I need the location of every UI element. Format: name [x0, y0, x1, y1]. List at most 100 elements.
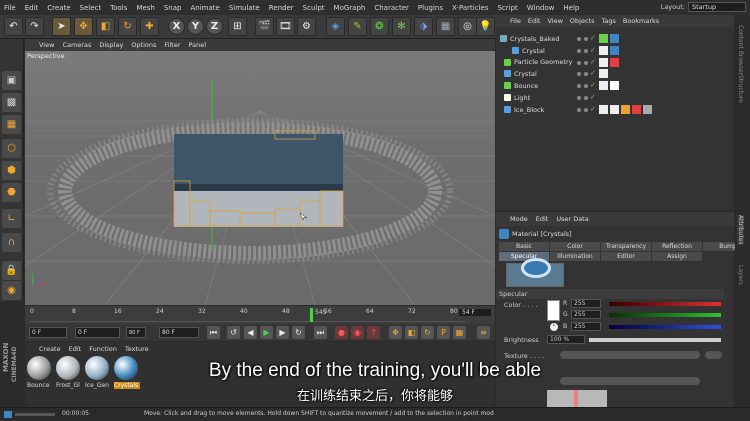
g-slider[interactable] [609, 313, 721, 317]
color-swatch[interactable] [547, 300, 560, 321]
r-slider[interactable] [609, 302, 721, 306]
material-menu-function[interactable]: Function [89, 345, 117, 353]
object-tag-icon[interactable] [610, 81, 619, 91]
tab-color[interactable]: Color [550, 242, 600, 251]
attribute-menu-mode[interactable]: Mode [510, 215, 528, 223]
object-row[interactable]: Light ✓ [496, 92, 734, 104]
viewport-menu-cameras[interactable]: Cameras [62, 41, 91, 49]
object-row[interactable]: Particle Geometry ✓ [496, 57, 734, 69]
play-icon[interactable]: ▶ [260, 326, 273, 339]
next-frame-icon[interactable]: ▶ [276, 326, 289, 339]
key-scale-icon[interactable]: ◧ [405, 326, 418, 339]
object-menu-objects[interactable]: Objects [570, 17, 595, 25]
record-keys-icon[interactable]: ● [335, 326, 348, 339]
visibility-dot[interactable] [577, 37, 581, 41]
object-menu-tags[interactable]: Tags [601, 17, 615, 25]
enable-check-icon[interactable]: ✓ [590, 69, 596, 77]
camera-icon[interactable]: ◎ [458, 17, 477, 36]
object-row[interactable]: Ice_Block ✓ [496, 104, 734, 116]
object-name[interactable]: Particle Geometry [514, 58, 573, 66]
menu-snap[interactable]: Snap [164, 4, 182, 12]
tab-editor[interactable]: Editor [601, 252, 651, 261]
object-row[interactable]: Crystal ✓ [496, 68, 734, 80]
timeline-ruler[interactable]: 0 8 16 24 32 40 48 56 64 72 80 [30, 308, 465, 322]
enable-check-icon[interactable]: ✓ [590, 105, 596, 113]
move-icon[interactable]: ✥ [74, 17, 93, 36]
enable-check-icon[interactable]: ✓ [590, 81, 596, 89]
z-axis-lock-button[interactable]: Z [206, 18, 223, 35]
menu-simulate[interactable]: Simulate [229, 4, 260, 12]
menu-animate[interactable]: Animate [190, 4, 219, 12]
key-position-icon[interactable]: ✥ [389, 326, 402, 339]
viewport-menu-options[interactable]: Options [131, 41, 156, 49]
object-tag-icon[interactable] [599, 81, 608, 91]
object-name[interactable]: Light [514, 94, 530, 102]
menu-help[interactable]: Help [563, 4, 579, 12]
g-value-field[interactable]: 255 [571, 310, 601, 319]
timeline[interactable]: 0 8 16 24 32 40 48 56 64 72 80 545 54 F [25, 306, 495, 324]
object-tag-icon[interactable] [610, 57, 619, 67]
object-name[interactable]: Crystal [522, 47, 545, 55]
tab-assign[interactable]: Assign [652, 252, 702, 261]
tab-basic[interactable]: Basic [499, 242, 549, 251]
object-row[interactable]: Crystal ✓ [496, 45, 734, 57]
object-tag-icon[interactable] [599, 104, 608, 114]
object-tag-icon[interactable] [621, 104, 630, 114]
axis-mode-icon[interactable]: ∟ [2, 209, 21, 228]
render-picture-viewer-icon[interactable]: 🎞 [276, 17, 295, 36]
end-frame-input[interactable]: 80 F [159, 327, 199, 338]
object-name[interactable]: Ice_Block [514, 106, 544, 114]
enable-check-icon[interactable]: ✓ [590, 46, 596, 54]
b-slider[interactable] [609, 325, 721, 329]
texture-options-button[interactable] [705, 351, 722, 359]
rotate-icon[interactable]: ↻ [118, 17, 137, 36]
go-to-end-icon[interactable]: ⏭ [314, 326, 327, 339]
menu-file[interactable]: File [4, 4, 16, 12]
viewport[interactable]: Perspective [25, 51, 495, 305]
object-tag-icon[interactable] [599, 57, 608, 67]
menu-tools[interactable]: Tools [110, 4, 127, 12]
object-menu-bookmarks[interactable]: Bookmarks [623, 17, 659, 25]
material-menu-texture[interactable]: Texture [125, 345, 149, 353]
menu-select[interactable]: Select [80, 4, 102, 12]
solo-icon[interactable]: ◉ [2, 281, 21, 300]
object-menu-file[interactable]: File [510, 17, 521, 25]
render-dot[interactable] [584, 37, 588, 41]
render-settings-icon[interactable]: ⚙ [297, 17, 316, 36]
array-icon[interactable]: ✻ [392, 17, 411, 36]
menu-character[interactable]: Character [374, 4, 409, 12]
object-menu-view[interactable]: View [547, 17, 562, 25]
side-tab-content-browser[interactable]: Content Browser [737, 25, 744, 75]
visibility-dot[interactable] [577, 72, 581, 77]
redo-icon[interactable]: ↷ [25, 17, 44, 36]
object-tag-icon[interactable] [610, 104, 619, 114]
visibility-dot[interactable] [577, 60, 581, 65]
render-dot[interactable] [584, 96, 588, 100]
tab-transparency[interactable]: Transparency [601, 242, 651, 251]
timeline-menu-icon[interactable]: ≡ [477, 326, 490, 339]
snap-icon[interactable]: ∩ [2, 233, 21, 252]
attribute-menu-edit[interactable]: Edit [536, 215, 549, 223]
layout-selector[interactable]: Layout: Startup [661, 2, 746, 12]
tab-illumination[interactable]: Illumination [550, 252, 600, 261]
viewport-menu-display[interactable]: Display [99, 41, 123, 49]
light-icon[interactable]: 💡 [476, 17, 495, 36]
enable-check-icon[interactable]: ✓ [590, 93, 596, 101]
r-value-field[interactable]: 255 [571, 299, 601, 308]
object-tag-icon[interactable] [610, 45, 619, 55]
object-tag-icon[interactable] [632, 104, 641, 114]
scale-icon[interactable]: ◧ [96, 17, 115, 36]
menu-render[interactable]: Render [269, 4, 294, 12]
model-mode-icon[interactable]: ▣ [2, 71, 21, 90]
keyframe-selection-icon[interactable]: ? [367, 326, 380, 339]
texture-mode-icon[interactable]: ▩ [2, 93, 21, 112]
key-pla-icon[interactable]: ▦ [453, 326, 466, 339]
key-rotation-icon[interactable]: ↻ [421, 326, 434, 339]
live-selection-icon[interactable]: ➤ [52, 17, 71, 36]
lock-workplane-icon[interactable]: 🔒 [2, 261, 21, 280]
enable-check-icon[interactable]: ✓ [590, 58, 596, 66]
object-tag-icon[interactable] [599, 45, 608, 55]
undo-icon[interactable]: ↶ [4, 17, 23, 36]
timeline-playhead[interactable] [310, 308, 313, 322]
workplane-icon[interactable]: ▦ [2, 115, 21, 134]
